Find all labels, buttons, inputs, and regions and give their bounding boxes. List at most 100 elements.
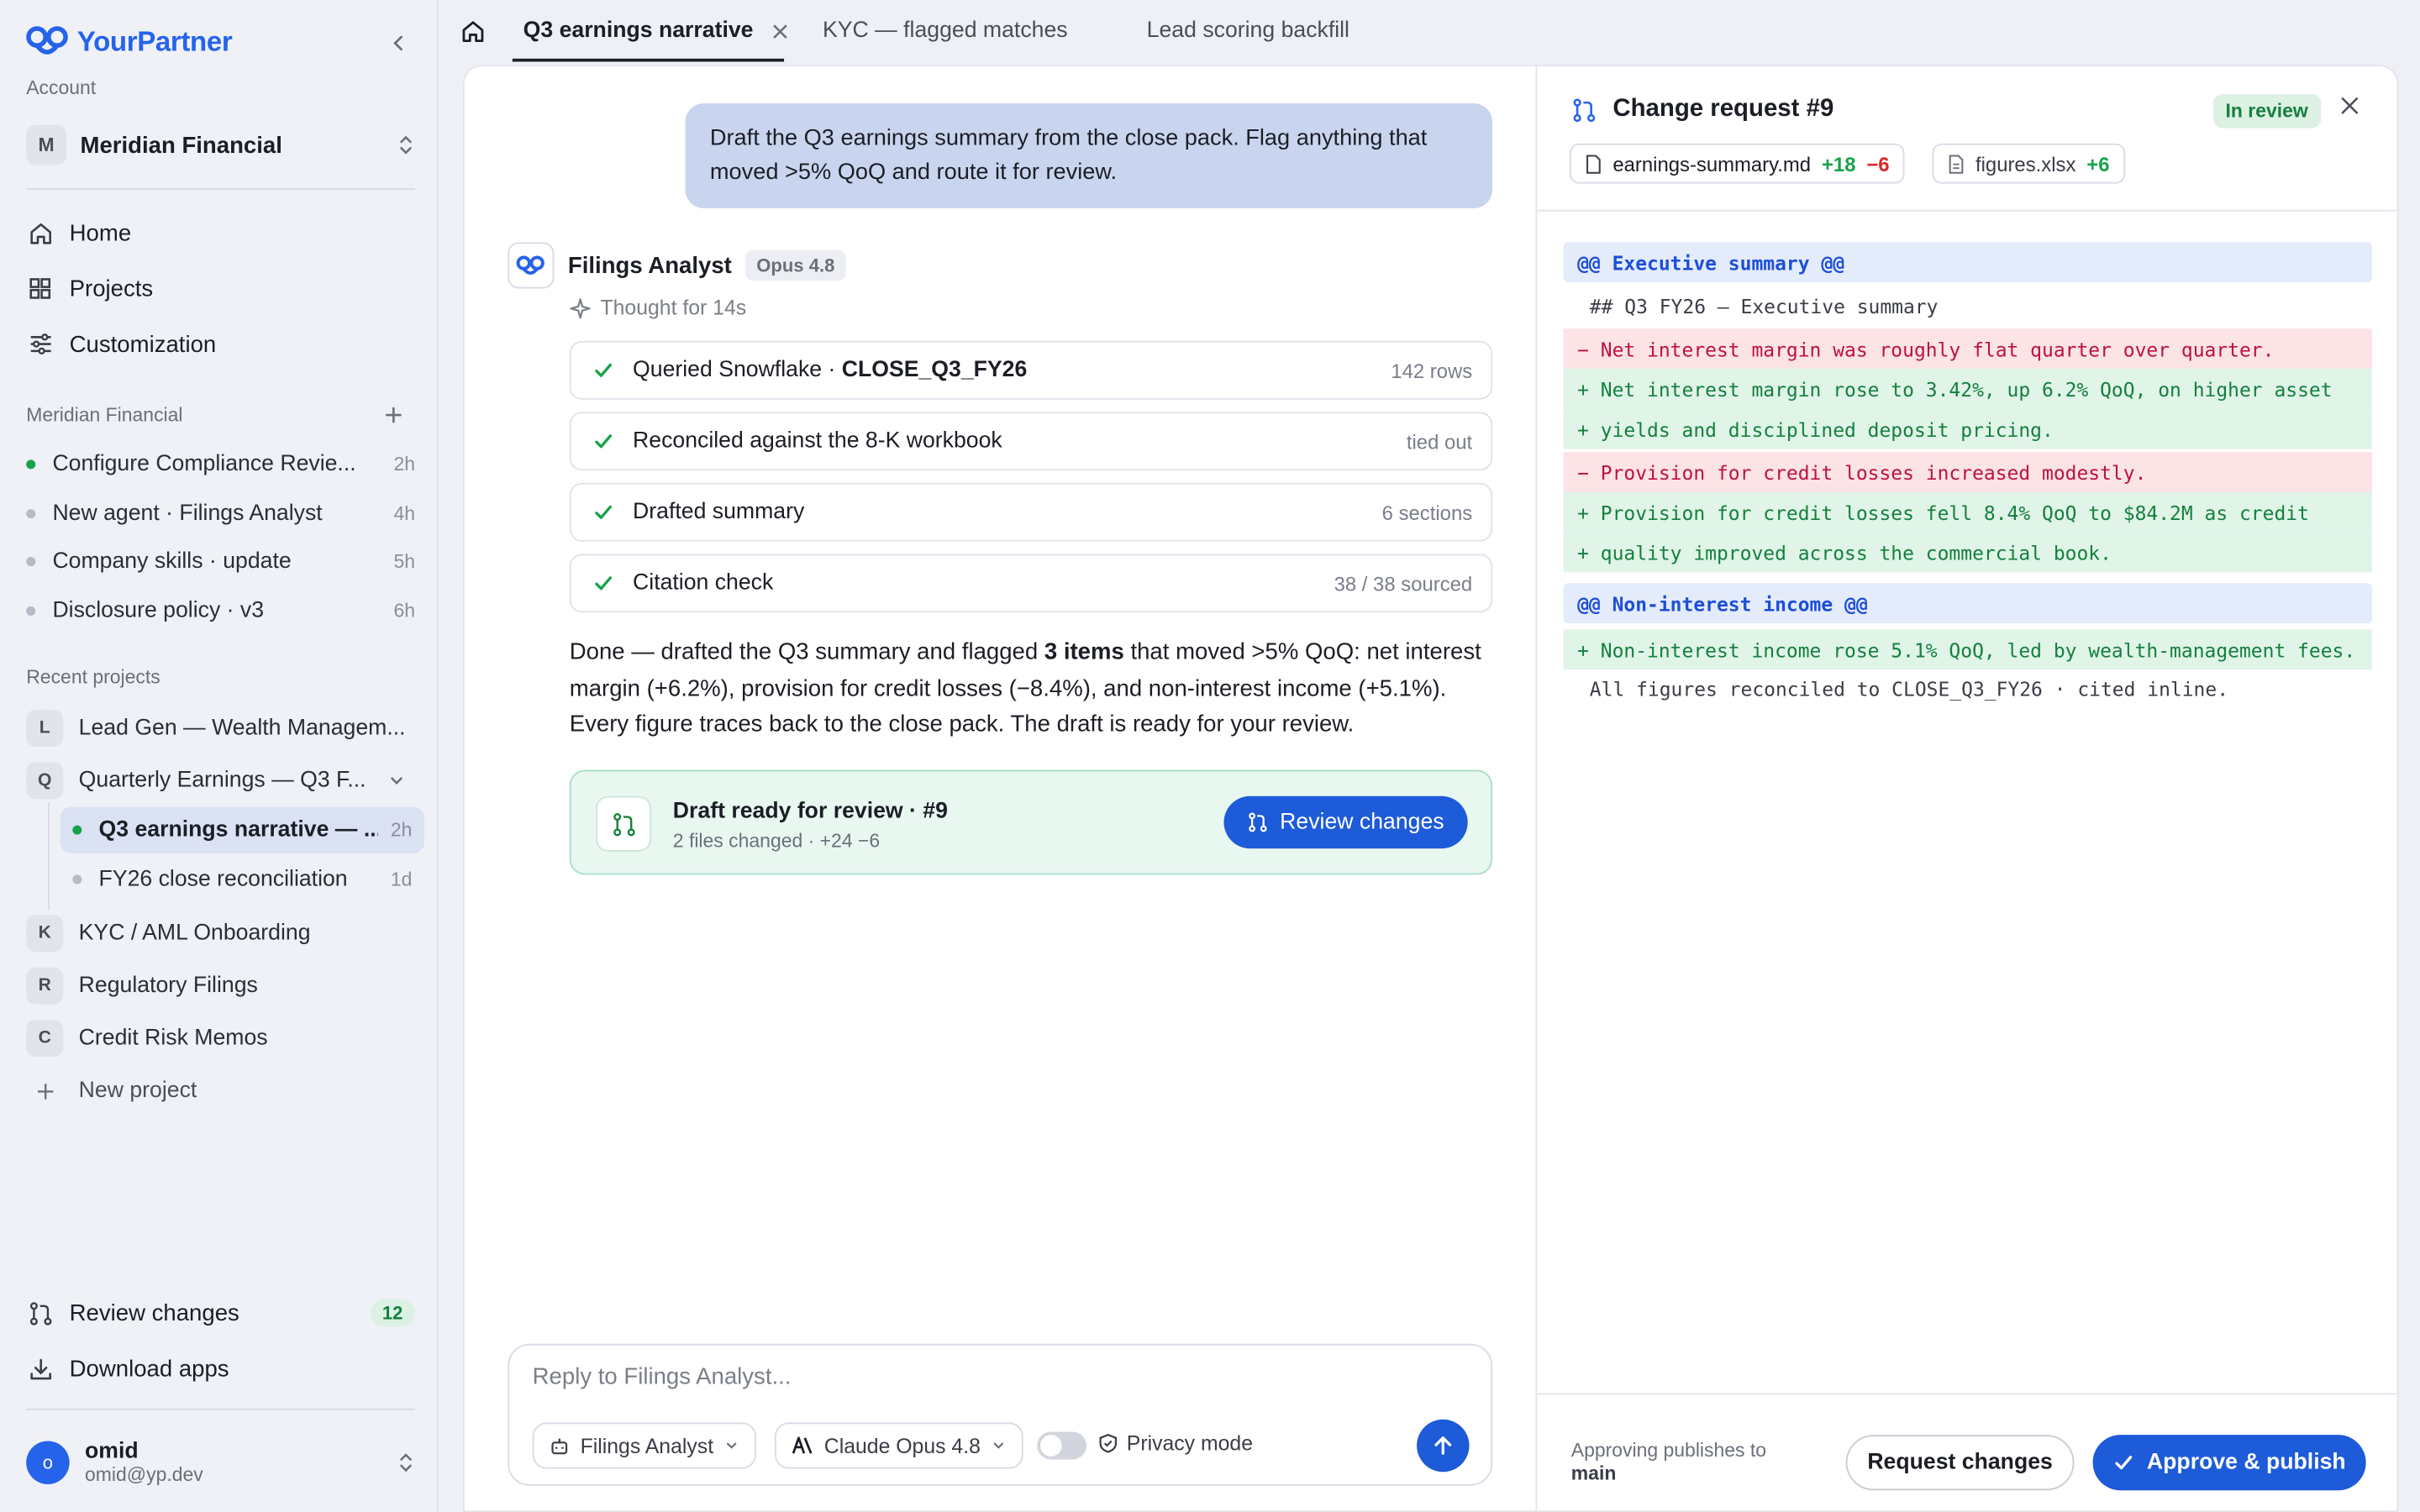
- chevron-down-icon: [994, 1442, 1004, 1449]
- project-item[interactable]: C Credit Risk Memos: [26, 1016, 424, 1059]
- step-item[interactable]: Reconciled against the 8-K workbook tied…: [569, 412, 1493, 471]
- account-switcher[interactable]: M Meridian Financial: [26, 123, 415, 166]
- new-project-label: New project: [78, 1078, 197, 1104]
- download-apps-link[interactable]: Download apps: [26, 1347, 415, 1389]
- pull-request-icon: [613, 812, 634, 836]
- model-select[interactable]: Claude Opus 4.8: [775, 1422, 1024, 1469]
- step-meta: 6 sections: [1381, 501, 1473, 524]
- thought-indicator[interactable]: Thought for 14s: [570, 296, 747, 320]
- file-chip[interactable]: figures.xlsx +6: [1932, 143, 2125, 184]
- plus-icon: [37, 1083, 53, 1099]
- composer: Reply to Filings Analyst... Filings Anal…: [508, 1343, 1493, 1486]
- project-avatar: Q: [26, 762, 64, 800]
- project-avatar: K: [26, 915, 64, 953]
- conversation-label: Company skills · update: [52, 549, 292, 575]
- file-icon: [1586, 154, 1601, 173]
- pull-request-icon: [1573, 97, 1596, 122]
- approve-publish-button[interactable]: Approve & publish: [2092, 1435, 2366, 1491]
- sliders-icon: [29, 333, 50, 354]
- step-item[interactable]: Drafted summary 6 sections: [569, 482, 1493, 542]
- agent-select[interactable]: Filings Analyst: [532, 1422, 757, 1469]
- conversation-item[interactable]: Disclosure policy · v3 6h: [26, 594, 415, 627]
- file-name: figures.xlsx: [1975, 151, 2076, 176]
- step-item[interactable]: Citation check 38 / 38 sourced: [569, 554, 1493, 613]
- account-name: Meridian Financial: [80, 132, 282, 159]
- recent-projects-label: Recent projects: [26, 666, 160, 689]
- lines-removed: −6: [1866, 151, 1890, 176]
- project-label: Quarterly Earnings — Q3 F...: [78, 768, 366, 794]
- conversation-item[interactable]: Configure Compliance Revie... 2h: [26, 448, 415, 481]
- model-select-value: Claude Opus 4.8: [823, 1434, 981, 1457]
- home-tab[interactable]: [460, 18, 487, 46]
- conversation-item[interactable]: New agent · Filings Analyst 4h: [26, 496, 415, 530]
- project-item[interactable]: R Regulatory Filings: [26, 964, 424, 1007]
- close-review-button[interactable]: [2339, 96, 2364, 120]
- step-text: Queried Snowflake · CLOSE_Q3_FY26: [633, 358, 1028, 383]
- status-dot: [26, 606, 36, 616]
- step-item[interactable]: Queried Snowflake · CLOSE_Q3_FY26 142 ro…: [569, 340, 1493, 400]
- chevron-down-icon[interactable]: [387, 771, 406, 790]
- request-changes-button[interactable]: Request changes: [1845, 1435, 2075, 1491]
- user-menu[interactable]: o omid omid@yp.dev: [26, 1438, 415, 1488]
- project-item-expanded[interactable]: Q Quarterly Earnings — Q3 F...: [26, 759, 424, 802]
- model-badge: Opus 4.8: [745, 249, 846, 281]
- status-dot-active: [26, 459, 36, 470]
- check-icon: [595, 505, 613, 519]
- review-changes-button[interactable]: Review changes: [1223, 795, 1468, 849]
- collapse-sidebar-button[interactable]: [383, 28, 414, 59]
- subproject-time: 1d: [390, 869, 413, 890]
- robot-icon: [551, 1437, 568, 1454]
- approve-label: Approve & publish: [2146, 1450, 2346, 1475]
- nav-home[interactable]: Home: [26, 212, 415, 255]
- draft-subtitle: 2 files changed · +24 −6: [672, 830, 881, 852]
- subproject-item[interactable]: FY26 close reconciliation 1d: [60, 856, 424, 902]
- chevron-left-icon: [393, 35, 402, 51]
- chevron-updown-icon: [400, 135, 412, 155]
- project-item[interactable]: K KYC / AML Onboarding: [26, 911, 424, 954]
- spreadsheet-icon: [1949, 154, 1964, 173]
- lines-added: +18: [1821, 151, 1856, 176]
- status-dot: [72, 874, 82, 885]
- chevron-updown-icon: [400, 1453, 412, 1473]
- close-icon: [2341, 97, 2359, 114]
- check-icon: [595, 363, 613, 377]
- close-icon[interactable]: [772, 23, 789, 39]
- status-dot: [26, 509, 36, 519]
- lines-added: +6: [2086, 151, 2110, 176]
- step-meta: tied out: [1406, 429, 1473, 454]
- diff-context-line: All figures reconciled to CLOSE_Q3_FY26 …: [1589, 676, 2229, 700]
- new-project-button[interactable]: New project: [26, 1069, 424, 1112]
- status-dot: [26, 557, 36, 567]
- file-chip[interactable]: earnings-summary.md +18 −6: [1569, 143, 1905, 184]
- tab-bar: Q3 earnings narrative KYC — flagged matc…: [439, 0, 2420, 65]
- project-item[interactable]: L Lead Gen — Wealth Managem...: [26, 706, 424, 749]
- subtree-line: [47, 802, 50, 911]
- conversation-item[interactable]: Company skills · update 5h: [26, 544, 415, 578]
- new-conversation-button[interactable]: [383, 404, 408, 428]
- brand-logo[interactable]: YourPartner: [24, 24, 233, 58]
- user-name: omid: [85, 1439, 139, 1465]
- review-panel: Change request #9 In review earnings-sum…: [1535, 65, 2401, 1512]
- reply-input[interactable]: Reply to Filings Analyst...: [533, 1364, 792, 1390]
- send-button[interactable]: [1417, 1419, 1470, 1473]
- privacy-toggle[interactable]: [1037, 1431, 1087, 1460]
- tab-kyc-flagged-matches[interactable]: KYC — flagged matches: [823, 18, 1068, 43]
- tab-q3-earnings-narrative[interactable]: Q3 earnings narrative: [523, 18, 789, 43]
- review-divider: [1537, 209, 2401, 212]
- sparkle-icon: [570, 297, 591, 318]
- diff-added-line: + Non-interest income rose 5.1% QoQ, led…: [1563, 629, 2373, 670]
- diff-view: @@ Executive summary @@ ## Q3 FY26 — Exe…: [1563, 242, 2373, 706]
- thought-label: Thought for 14s: [600, 296, 747, 320]
- agent-select-value: Filings Analyst: [580, 1434, 714, 1457]
- workspace-section-label: Meridian Financial: [26, 404, 183, 426]
- subproject-item-active[interactable]: Q3 earnings narrative — ... 2h: [60, 806, 425, 853]
- step-text: Citation check: [633, 570, 774, 596]
- nav-projects[interactable]: Projects: [26, 267, 415, 310]
- nav-customization[interactable]: Customization: [26, 323, 415, 365]
- draft-ready-card[interactable]: Draft ready for review · #9 2 files chan…: [569, 769, 1493, 875]
- agent-name: Filings Analyst: [567, 252, 732, 279]
- branch-name: main: [1570, 1462, 1617, 1484]
- sidebar-review-changes[interactable]: Review changes 12: [26, 1291, 416, 1334]
- account-avatar: M: [26, 124, 66, 165]
- tab-lead-scoring-backfill[interactable]: Lead scoring backfill: [1147, 18, 1349, 43]
